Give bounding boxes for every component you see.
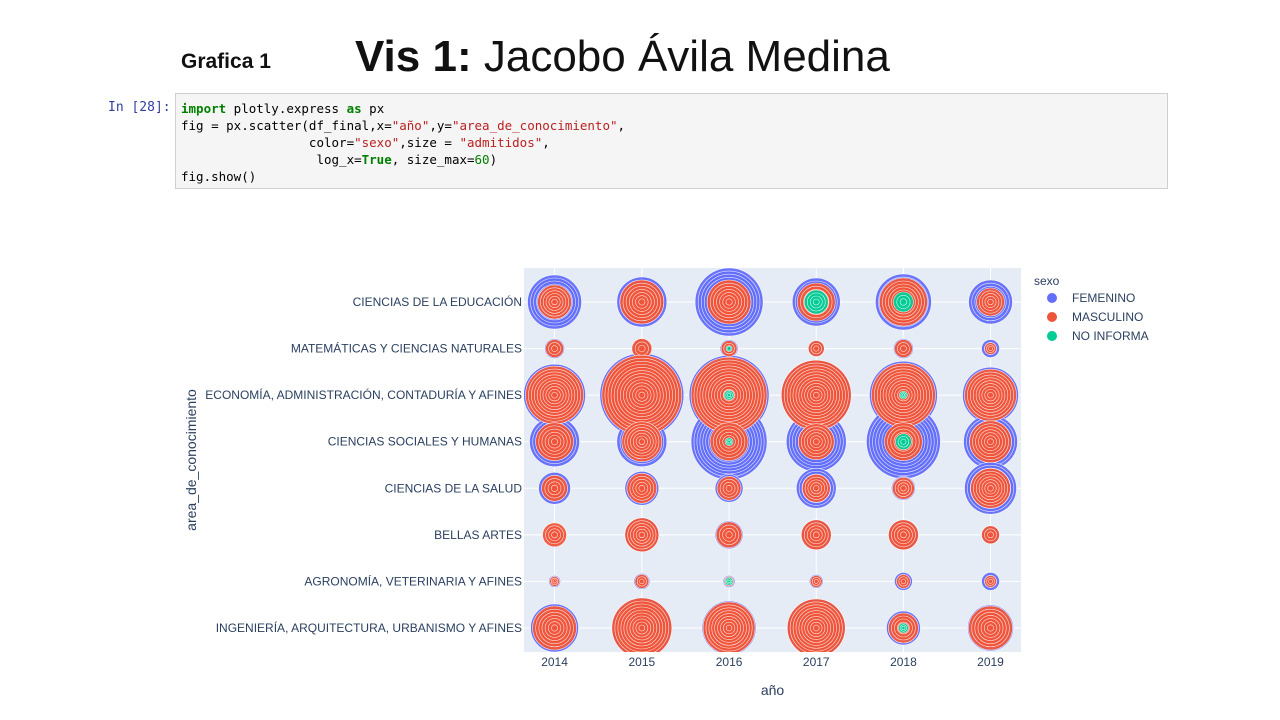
data-point-no-informa[interactable] — [727, 579, 731, 584]
data-point-masculino[interactable] — [552, 579, 557, 584]
x-axis-title: año — [761, 682, 785, 698]
legend-marker — [1047, 293, 1057, 303]
y-tick-label: MATEMÁTICAS Y CIENCIAS NATURALES — [291, 341, 522, 356]
data-point-no-informa[interactable] — [900, 438, 907, 445]
data-point-masculino[interactable] — [987, 624, 994, 632]
x-tick-label: 2018 — [890, 655, 917, 669]
data-point-masculino[interactable] — [900, 531, 907, 539]
y-tick-label: CIENCIAS SOCIALES Y HUMANAS — [328, 435, 522, 449]
data-point-masculino[interactable] — [988, 346, 993, 351]
data-point-masculino[interactable] — [638, 391, 646, 399]
legend-label: MASCULINO — [1072, 310, 1143, 324]
data-point-masculino[interactable] — [900, 345, 907, 352]
data-point-masculino[interactable] — [551, 391, 558, 399]
data-point-masculino[interactable] — [638, 298, 646, 306]
x-tick-label: 2014 — [541, 655, 568, 669]
y-tick-label: ECONOMÍA, ADMINISTRACIÓN, CONTADURÍA Y A… — [205, 387, 522, 402]
legend-marker — [1047, 331, 1057, 341]
data-point-masculino[interactable] — [813, 624, 820, 632]
data-point-masculino[interactable] — [813, 579, 819, 584]
data-point-masculino[interactable] — [987, 391, 994, 399]
plot-background — [524, 268, 1021, 652]
y-tick-label: INGENIERÍA, ARQUITECTURA, URBANISMO Y AF… — [216, 620, 522, 635]
x-tick-label: 2016 — [716, 655, 743, 669]
data-point-masculino[interactable] — [812, 438, 820, 446]
data-point-masculino[interactable] — [725, 298, 733, 306]
data-point-masculino[interactable] — [639, 578, 645, 585]
data-point-masculino[interactable] — [900, 485, 907, 492]
data-point-masculino[interactable] — [638, 624, 646, 632]
legend-label: FEMENINO — [1072, 291, 1135, 305]
data-point-masculino[interactable] — [551, 484, 559, 492]
data-point-masculino[interactable] — [551, 531, 558, 539]
data-point-masculino[interactable] — [813, 485, 820, 492]
data-point-no-informa[interactable] — [812, 298, 820, 306]
data-point-no-informa[interactable] — [901, 626, 906, 630]
data-point-masculino[interactable] — [987, 438, 994, 446]
y-axis-title: area_de_conocimiento — [183, 389, 199, 531]
bubble-chart[interactable]: CIENCIAS DE LA EDUCACIÓN MATEMÁTICAS Y CI… — [0, 0, 1280, 720]
x-tick-label: 2019 — [977, 655, 1004, 669]
data-point-masculino[interactable] — [987, 485, 994, 492]
data-point-masculino[interactable] — [551, 624, 559, 632]
data-point-masculino[interactable] — [551, 438, 559, 446]
data-point-no-informa[interactable] — [727, 440, 731, 444]
data-point-masculino[interactable] — [725, 624, 733, 632]
data-point-masculino[interactable] — [638, 344, 646, 353]
data-point-masculino[interactable] — [988, 579, 993, 584]
data-point-masculino[interactable] — [987, 531, 994, 539]
data-point-masculino[interactable] — [987, 298, 994, 306]
data-point-masculino[interactable] — [812, 531, 820, 539]
legend-label: NO INFORMA — [1072, 329, 1149, 343]
legend-title: sexo — [1034, 274, 1060, 288]
data-point-masculino[interactable] — [638, 484, 646, 492]
legend-marker — [1047, 312, 1057, 322]
data-point-no-informa[interactable] — [901, 393, 906, 397]
y-tick-label: AGRONOMÍA, VETERINARIA Y AFINES — [304, 573, 522, 588]
y-tick-label: CIENCIAS DE LA SALUD — [385, 481, 523, 495]
data-point-masculino[interactable] — [813, 345, 820, 352]
data-point-masculino[interactable] — [551, 345, 558, 352]
data-point-no-informa[interactable] — [726, 346, 732, 351]
slide: Grafica 1 Vis 1: Jacobo Ávila Medina In … — [0, 0, 1280, 720]
data-point-masculino[interactable] — [813, 391, 820, 399]
data-point-no-informa[interactable] — [727, 393, 732, 398]
data-point-masculino[interactable] — [900, 578, 907, 585]
data-point-masculino[interactable] — [638, 531, 645, 538]
y-tick-label: BELLAS ARTES — [434, 528, 522, 542]
x-tick-label: 2017 — [803, 655, 830, 669]
x-tick-label: 2015 — [628, 655, 655, 669]
data-point-masculino[interactable] — [551, 298, 558, 306]
data-point-no-informa[interactable] — [899, 298, 908, 306]
data-point-masculino[interactable] — [725, 484, 733, 492]
y-tick-label: CIENCIAS DE LA EDUCACIÓN — [353, 294, 522, 309]
data-point-masculino[interactable] — [725, 531, 733, 539]
data-point-masculino[interactable] — [638, 438, 645, 445]
